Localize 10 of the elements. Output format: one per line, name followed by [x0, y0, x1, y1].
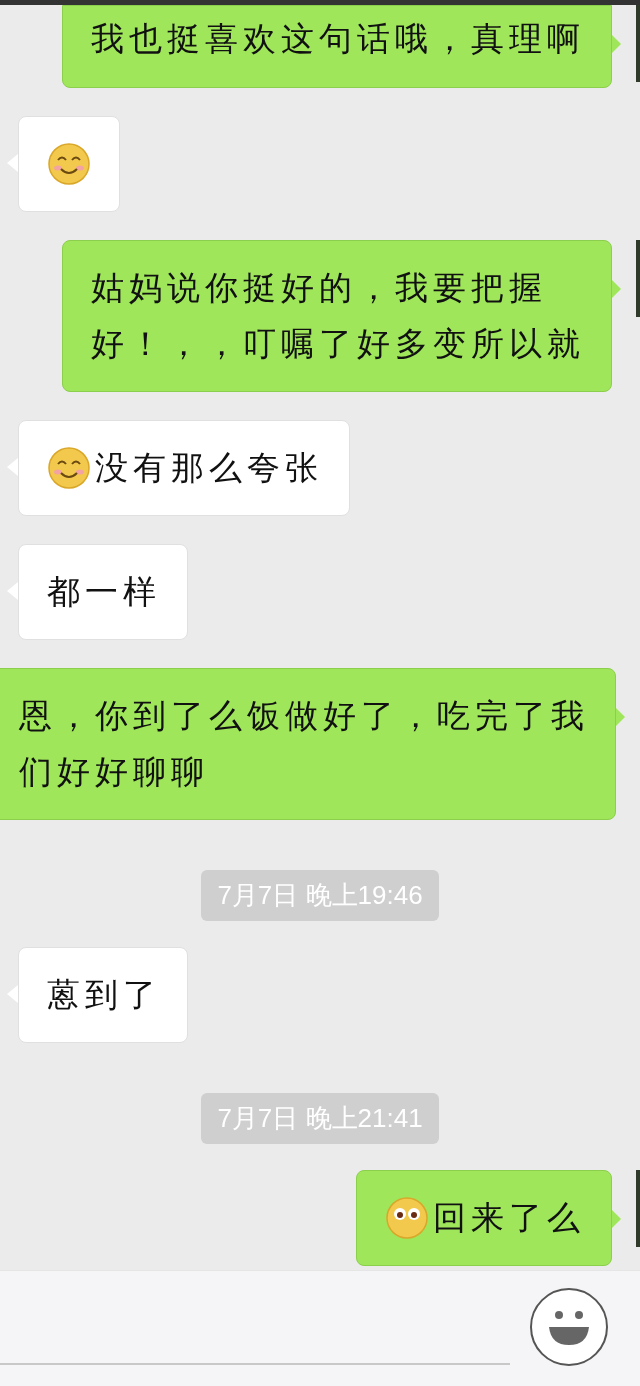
message-text: 没有那么夸张 — [95, 448, 323, 488]
message-text: 回来了么 — [433, 1198, 585, 1238]
wide-eyed-face-icon — [385, 1196, 429, 1240]
smiling-face-icon — [47, 142, 91, 186]
message-text: 姑妈说你挺好的，我要把握 好！，，叮嘱了好多变所以就 — [91, 268, 585, 364]
smiling-face-icon — [47, 446, 91, 490]
message-text: 蒽到了 — [47, 975, 161, 1015]
message-text: 都一样 — [47, 572, 161, 612]
message-text: 恩，你到了么饭做好了，吃完了我 们好好聊聊 — [19, 696, 589, 792]
message-text: 我也挺喜欢这句话哦，真理啊 — [91, 19, 585, 59]
